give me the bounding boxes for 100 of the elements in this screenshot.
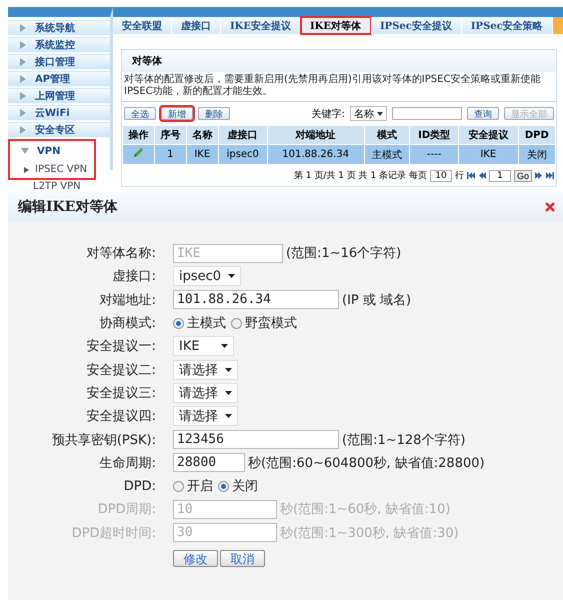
table-cell: IKE [458,144,518,164]
sidebar-item[interactable]: AP管理 [8,71,110,87]
table-cell: 1 [154,144,186,164]
column-header: 模式 [364,126,410,144]
table-cell: IKE [186,144,218,164]
column-header: 序号 [154,126,186,144]
radio-option[interactable]: 野蛮模式 [231,314,297,332]
tab[interactable]: IKE对等体 [301,17,371,34]
caret-icon [225,368,232,372]
column-header: 虚接口 [218,126,268,144]
previous-page-icon[interactable] [478,172,486,179]
go-button[interactable]: Go [514,170,532,182]
radio-button[interactable] [173,318,184,329]
keyword-dropdown[interactable]: 名称 [350,106,387,121]
keyword-label: 关键字: [312,108,345,120]
pointer-triangle-icon [24,166,29,172]
close-icon[interactable] [545,202,555,212]
field-label: 协商模式: [98,315,157,332]
page-summary: 第 1 页/共 1 页 共 1 条记录 每页 [294,170,427,182]
tab[interactable]: 虚接口 [172,17,221,34]
sidebar-item[interactable]: 系统监控 [8,37,110,53]
field-label: 预共享密钥(PSK): [50,432,157,449]
table-cell: ---- [410,144,458,164]
dialog-button[interactable]: 修改 [173,550,218,567]
first-page-icon[interactable] [466,172,475,179]
page-size-field[interactable]: 10 [430,170,452,182]
dialog-button[interactable]: 取消 [220,550,265,567]
range-hint: (范围:1~16个字符) [286,245,402,262]
sidebar-item[interactable]: 云WiFi [8,105,110,121]
rows-label: 行 [454,170,464,182]
radio-button[interactable] [218,480,229,492]
field-label: 安全提议二: [86,362,157,379]
range-hint: (IP 或 域名) [342,292,412,309]
last-page-icon[interactable] [546,172,554,179]
field-label: DPD周期: [96,501,157,518]
toolbar-button[interactable]: 删除 [198,107,230,120]
field-label: 安全提议一: [86,338,157,356]
column-header: 操作 [122,126,154,144]
collapsed-triangle-icon [19,126,27,134]
query-button[interactable]: 查询 [467,107,499,120]
collapsed-triangle-icon [19,75,27,83]
input-field[interactable]: 123456 [173,430,339,450]
dropdown[interactable]: 请选择 [173,382,238,403]
field-label: 生命周期: [98,454,157,472]
sidebar-subitem[interactable]: IPSEC VPN [10,161,94,178]
radio-option[interactable]: 主模式 [173,314,226,332]
field-label: 虚接口: [112,268,157,286]
caret-icon [225,390,232,395]
input-field[interactable]: 101.88.26.34 [173,290,339,310]
table-cell: 主模式 [364,144,410,164]
column-header: 安全提议 [458,126,518,144]
sidebar-item[interactable]: 系统导航 [8,20,110,36]
dropdown[interactable]: ipsec0 [173,266,242,286]
radio-option[interactable]: 关闭 [218,477,258,496]
caret-icon [377,112,383,116]
caret-icon [221,344,228,348]
dropdown[interactable]: IKE [173,336,234,356]
sidebar-item[interactable]: 上网管理 [8,88,110,104]
table-cell: ipsec0 [218,144,268,164]
sidebar-subitem[interactable]: L2TP VPN [8,181,110,192]
input-field[interactable]: 28800 [173,453,245,472]
keyword-field[interactable] [392,107,462,120]
tab[interactable]: IPSec安全策略 [462,17,553,34]
dropdown[interactable]: 请选择 [173,360,238,380]
field-label: 安全提议三: [86,384,157,402]
range-hint: (范围:1~128个字符) [342,432,466,449]
pencil-icon[interactable] [132,147,144,159]
column-header: 名称 [186,126,218,144]
toolbar-button[interactable]: 全选 [124,107,156,120]
radio-button[interactable] [231,318,242,329]
page-number-field[interactable]: 1 [488,170,511,182]
notice-text: 对等体的配置修改后，需要重新启用(先禁用再启用)引用该对等体的IPSEC安全策略或重新使能IPSEC功能，新的配置才能生效。 [122,72,556,102]
sidebar-item[interactable]: 接口管理 [8,54,110,70]
collapsed-triangle-icon [19,24,27,32]
tab[interactable]: 安全联盟 [113,17,172,34]
column-header: DPD [518,126,556,144]
range-hint: 秒(范围:60~604800秒, 缺省值:28800) [248,454,485,472]
toolbar-button[interactable]: 新增 [161,107,193,120]
range-hint: 秒(范围:1~300秒, 缺省值:30) [280,524,459,542]
tab[interactable]: IKE安全提议 [221,17,301,34]
next-page-icon[interactable] [535,172,543,179]
radio-option[interactable]: 开启 [173,477,213,496]
radio-button[interactable] [173,480,184,492]
collapsed-triangle-icon [19,41,27,49]
table-cell: 关闭 [518,144,556,164]
column-header: ID类型 [410,126,458,144]
sidebar-item[interactable]: 安全专区 [8,122,110,138]
dropdown[interactable]: 请选择 [173,406,238,426]
table-cell: 101.88.26.34 [267,144,364,164]
tab[interactable]: IPSec安全提议 [371,17,462,34]
table-row[interactable]: 1 IKE ipsec0 101.88.26.34 主模式 ---- IKE 关闭 [122,144,556,164]
panel-title: 对等体 [122,50,556,72]
caret-icon [225,414,232,418]
expanded-triangle-icon [21,147,29,155]
field-label: 对端地址: [98,292,157,309]
column-header: 对端地址 [267,126,364,144]
caret-icon [228,274,236,278]
field-label: 安全提议四: [86,408,157,426]
collapsed-triangle-icon [19,109,27,117]
collapsed-triangle-icon [19,92,27,100]
